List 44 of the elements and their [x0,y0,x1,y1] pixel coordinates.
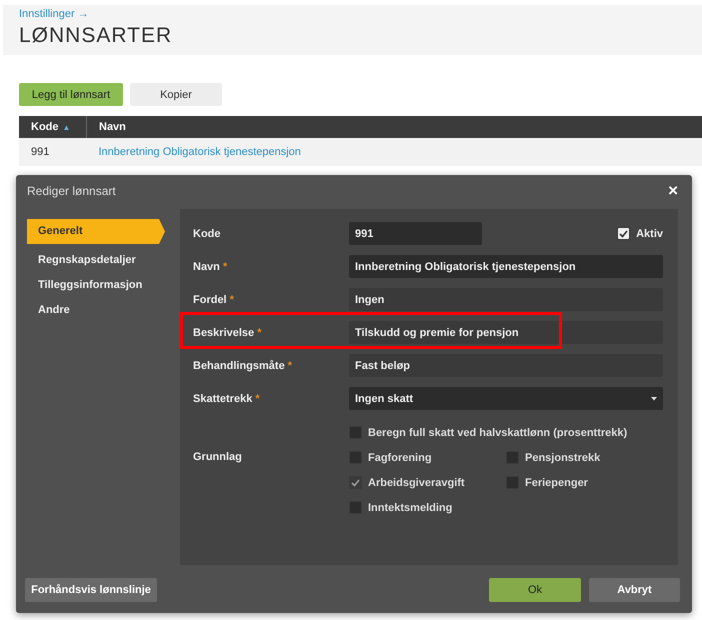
input-field[interactable]: Ingen [349,288,663,311]
field-label: Grunnlag [193,450,243,463]
checkbox[interactable] [349,501,362,514]
column-header[interactable]: Kode ▲ [19,116,86,138]
caret-icon [651,396,657,400]
checkbox-label: Feriepenger [525,476,588,488]
checkbox[interactable] [506,476,519,489]
field-label: Beskrivelse * [193,326,263,338]
field-label: Kode [193,228,222,240]
checkbox-label: Aktiv [636,228,663,240]
checkbox-label: Pensjonstrekk [525,452,600,464]
input-field[interactable]: Innberetning Obligatorisk tjenestepensjon [349,255,663,278]
dropdown[interactable]: Ingen skatt [349,387,663,410]
checkbox-label: Fagforening [368,452,432,464]
checkbox-label: Inntektsmelding [368,502,452,514]
checkbox[interactable] [349,451,362,464]
column-header[interactable]: Navn [86,116,702,138]
checkbox-label: Arbeidsgiveravgift [368,476,465,488]
table-cell: 991 [19,138,86,166]
field-label: Behandlingsmåte * [193,360,294,372]
close-button[interactable]: × [666,181,680,201]
checkbox[interactable] [617,227,630,240]
checkbox[interactable] [349,426,362,439]
input-field[interactable]: 991 [349,222,482,245]
checkbox-label: Beregn full skatt ved halvskattlønn (prosenttrekk) [368,426,628,438]
checkbox[interactable] [506,451,519,464]
add-button[interactable]: Legg til lønnsart [19,83,123,106]
field-label: Navn * [193,260,228,272]
page-title: LØNNSARTER [19,24,174,48]
nav-tab[interactable]: Tilleggsinformasjon [27,276,154,295]
nav-tab[interactable]: Generelt [27,219,165,244]
input-field[interactable]: Fast beløp [349,354,663,377]
ok-button[interactable]: Ok [489,578,581,602]
field-label: Skattetrekk * [193,392,261,404]
field-label: Fordel * [193,294,235,306]
sort-icon: ▲ [62,123,70,132]
cancel-button[interactable]: Avbryt [589,578,680,602]
copy-button[interactable]: Kopier [130,83,222,106]
checkbox[interactable] [349,476,362,489]
nav-tab[interactable]: Andre [27,301,154,320]
dialog-title: Rediger lønnsart [27,184,116,198]
preview-button[interactable]: Forhåndsvis lønnslinje [25,578,157,602]
nav-tab[interactable]: Regnskapsdetaljer [27,251,154,270]
input-field[interactable]: Tilskudd og premie for pensjon [349,321,663,344]
